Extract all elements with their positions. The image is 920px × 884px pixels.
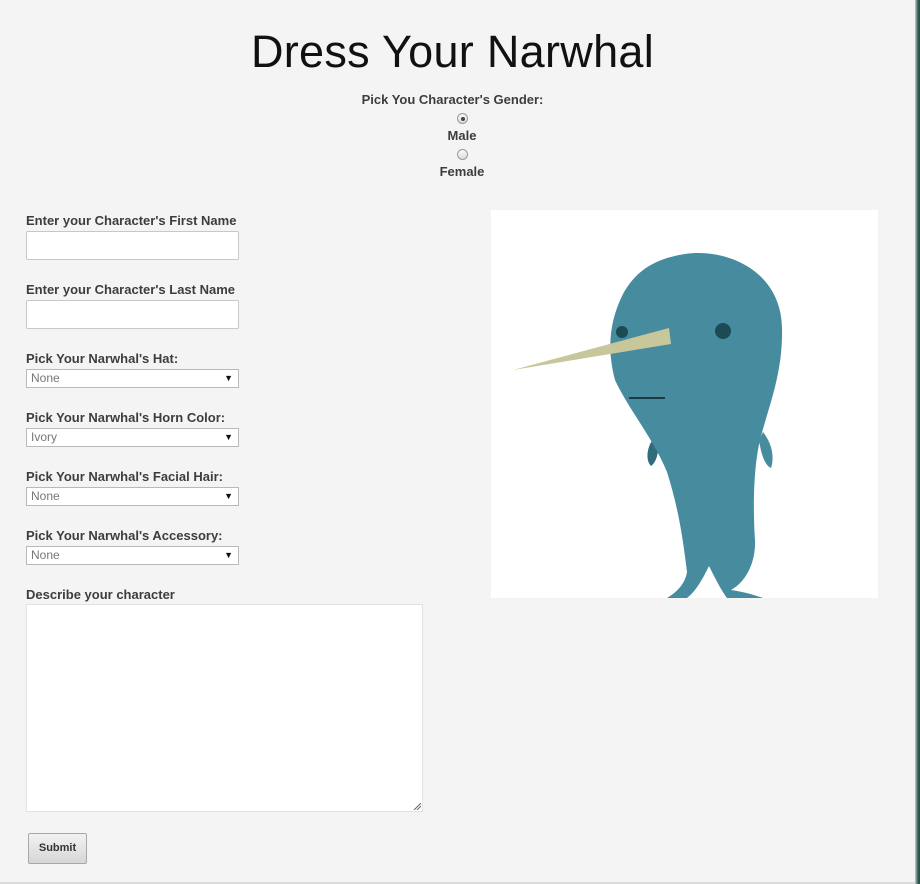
radio-selected-dot [460,116,465,121]
gender-radio-female[interactable] [457,149,468,160]
accessory-select-value: None [31,548,60,562]
caret-down-icon: ▼ [224,373,233,383]
horn-color-select-value: Ivory [31,430,58,444]
hat-select[interactable]: None ▼ [26,369,239,388]
facial-hair-label: Pick Your Narwhal's Facial Hair: [26,469,223,484]
narwhal-illustration [513,253,783,598]
resize-grip-icon[interactable] [413,802,421,810]
caret-down-icon: ▼ [224,550,233,560]
horn-color-select[interactable]: Ivory ▼ [26,428,239,447]
submit-button[interactable]: Submit [28,833,87,864]
accessory-select[interactable]: None ▼ [26,546,239,565]
hat-select-value: None [31,371,60,385]
first-name-label: Enter your Character's First Name [26,213,237,228]
page-title: Dress Your Narwhal [250,26,655,77]
gender-option-male: Male [447,128,477,143]
caret-down-icon: ▼ [224,491,233,501]
narwhal-body [610,253,783,598]
description-label: Describe your character [26,587,175,602]
first-name-input[interactable] [26,231,239,260]
gender-radio-male[interactable] [457,113,468,124]
facial-hair-select-value: None [31,489,60,503]
horn-color-label: Pick Your Narwhal's Horn Color: [26,410,226,425]
narwhal-right-eye [715,323,731,339]
last-name-label: Enter your Character's Last Name [26,282,236,297]
narwhal-right-fin [759,432,773,468]
gender-label: Pick You Character's Gender: [361,92,544,107]
accessory-label: Pick Your Narwhal's Accessory: [26,528,223,543]
window-edge [915,0,920,884]
caret-down-icon: ▼ [224,432,233,442]
last-name-input[interactable] [26,300,239,329]
narwhal-left-eye [616,326,628,338]
page: Dress Your Narwhal Pick You Character's … [0,0,915,884]
facial-hair-select[interactable]: None ▼ [26,487,239,506]
description-textarea[interactable] [26,604,423,812]
narwhal-preview [491,210,878,598]
hat-label: Pick Your Narwhal's Hat: [26,351,179,366]
gender-option-female: Female [439,164,485,179]
